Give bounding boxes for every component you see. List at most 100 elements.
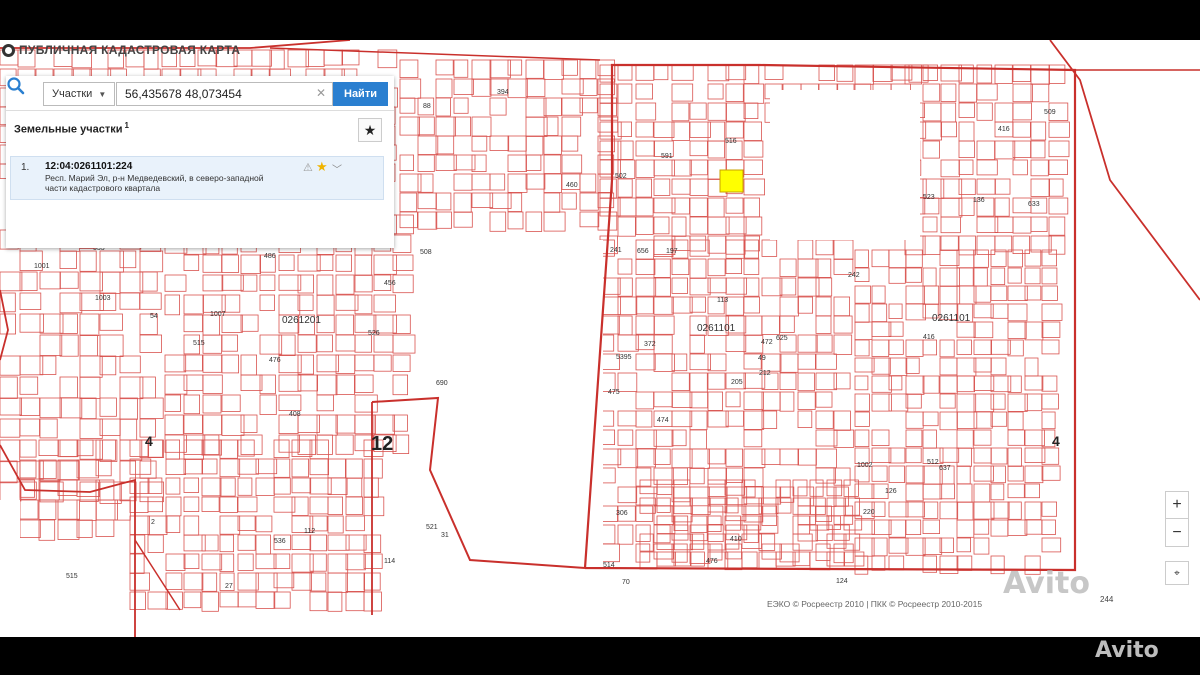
land-parcel xyxy=(673,551,691,567)
land-parcel xyxy=(617,83,633,104)
land-parcel xyxy=(453,173,473,191)
land-parcel xyxy=(671,277,689,294)
land-parcel xyxy=(255,534,271,555)
parcel-number-label: 49 xyxy=(758,355,766,362)
land-parcel xyxy=(617,334,639,352)
zoom-out-button[interactable]: − xyxy=(1166,519,1188,546)
land-parcel xyxy=(797,334,818,353)
land-parcel xyxy=(671,83,694,102)
land-parcel xyxy=(599,102,619,121)
land-parcel xyxy=(743,235,761,252)
land-parcel xyxy=(237,553,254,571)
land-parcel xyxy=(994,140,1016,160)
add-favorite-star-icon[interactable]: ★ xyxy=(316,159,328,175)
land-parcel xyxy=(79,334,98,357)
land-parcel xyxy=(240,314,259,332)
land-parcel xyxy=(815,372,838,391)
coordinates-search-input[interactable] xyxy=(116,82,333,106)
land-parcel xyxy=(617,429,634,446)
land-parcel xyxy=(888,501,909,518)
land-parcel xyxy=(240,434,263,455)
land-parcel xyxy=(399,59,419,79)
land-parcel xyxy=(725,83,744,103)
land-parcel xyxy=(922,519,941,535)
land-parcel xyxy=(725,410,744,427)
land-parcel xyxy=(973,519,990,535)
land-parcel xyxy=(725,486,748,506)
land-parcel xyxy=(99,313,123,331)
land-parcel xyxy=(707,410,729,428)
land-parcel xyxy=(1041,303,1063,321)
search-icon[interactable] xyxy=(6,76,26,96)
land-parcel xyxy=(1007,375,1022,393)
land-parcel xyxy=(39,334,63,356)
land-parcel xyxy=(579,211,600,228)
land-parcel xyxy=(164,414,184,436)
land-parcel xyxy=(341,49,360,66)
cadastral-map[interactable]: 533 408 410 416 416 474 486 475 27 472 31 197 205 476… xyxy=(0,40,1200,637)
land-parcel xyxy=(309,458,330,476)
land-parcel xyxy=(561,135,579,152)
land-parcel xyxy=(779,372,797,391)
land-parcel xyxy=(871,249,890,268)
land-parcel xyxy=(1030,216,1048,233)
land-parcel xyxy=(707,235,727,254)
land-parcel xyxy=(471,116,492,137)
zoom-in-button[interactable]: + xyxy=(1166,492,1188,519)
land-parcel xyxy=(1012,159,1028,176)
land-parcel xyxy=(561,59,578,76)
parcel-number-label: 460 xyxy=(566,182,578,189)
land-parcel xyxy=(579,59,597,79)
cadastral-number[interactable]: 12:04:0261101:224 xyxy=(45,161,132,172)
land-parcel xyxy=(39,271,61,290)
land-parcel xyxy=(905,339,924,357)
clear-icon[interactable]: ✕ xyxy=(316,86,326,100)
land-parcel xyxy=(958,102,975,118)
land-parcel xyxy=(297,414,320,433)
land-parcel xyxy=(471,59,492,80)
land-parcel xyxy=(201,496,220,512)
search-type-select[interactable]: Участки ▼ xyxy=(43,82,115,106)
land-parcel xyxy=(202,274,224,292)
layers-button[interactable]: ⌖ xyxy=(1165,561,1189,585)
land-parcel xyxy=(119,481,137,502)
parcel-number-label: 220 xyxy=(863,509,875,516)
land-parcel xyxy=(888,249,907,269)
land-parcel xyxy=(725,235,746,255)
land-parcel xyxy=(273,477,291,495)
land-parcel xyxy=(689,216,709,235)
land-parcel xyxy=(990,249,1007,267)
land-parcel xyxy=(956,465,971,485)
land-parcel xyxy=(147,534,164,554)
land-parcel xyxy=(905,267,922,283)
land-parcel xyxy=(922,429,937,449)
land-parcel xyxy=(19,355,44,376)
land-parcel xyxy=(0,418,21,438)
land-parcel xyxy=(707,467,728,485)
land-parcel xyxy=(392,354,411,372)
favorites-star-button[interactable]: ★ xyxy=(358,118,382,142)
land-parcel xyxy=(958,83,978,103)
parcel-number-label: 197 xyxy=(666,248,678,255)
land-parcel xyxy=(19,418,40,437)
land-parcel xyxy=(958,121,975,142)
parcel-number-label: 88 xyxy=(423,103,431,110)
land-parcel xyxy=(392,434,410,455)
land-parcel xyxy=(471,135,488,152)
result-list-item[interactable]: 1. 12:04:0261101:224 Респ. Марий Эл, р-н… xyxy=(10,156,384,200)
parcel-number-label: 2 xyxy=(151,519,155,526)
land-parcel xyxy=(38,519,56,541)
land-parcel xyxy=(690,515,708,533)
land-parcel xyxy=(940,235,959,251)
find-button[interactable]: Найти xyxy=(333,82,388,106)
land-parcel xyxy=(743,64,760,85)
search-type-label: Участки xyxy=(52,88,93,100)
land-parcel xyxy=(976,83,998,101)
parcel-number-label: 410 xyxy=(730,536,742,543)
chevron-down-icon[interactable]: ﹀ xyxy=(332,161,342,176)
selected-parcel xyxy=(719,169,744,193)
land-parcel xyxy=(335,414,356,434)
land-parcel xyxy=(1024,519,1043,535)
land-parcel xyxy=(922,339,938,356)
land-parcel xyxy=(976,159,998,176)
